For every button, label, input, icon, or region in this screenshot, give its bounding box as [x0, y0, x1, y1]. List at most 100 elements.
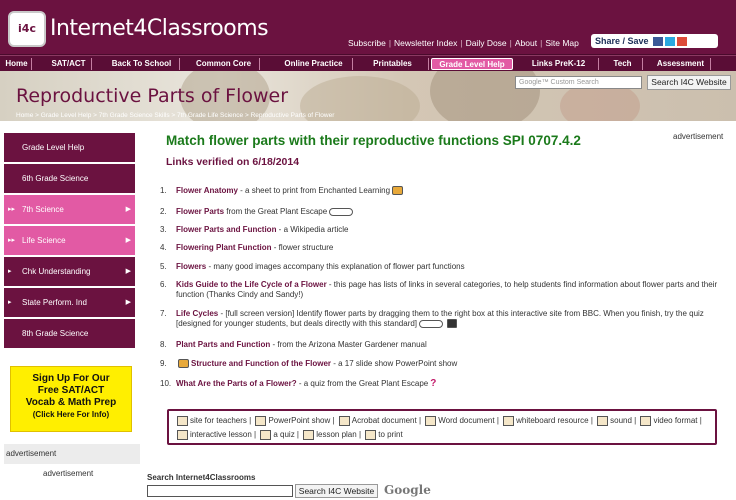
breadcrumb-item[interactable]: Home — [16, 112, 33, 119]
top-link[interactable]: Newsletter Index — [394, 38, 457, 48]
whiteboard-icon — [503, 415, 515, 426]
legend-separator: | — [294, 430, 302, 439]
legend-label: video format — [653, 416, 698, 425]
resource-link[interactable]: Flowering Plant Function — [176, 243, 272, 252]
sidebar-item-chk-understanding[interactable]: ▸ Chk Understanding ▶ — [4, 257, 135, 288]
breadcrumb: Home > Grade Level Help > 7th Grade Scie… — [16, 112, 334, 119]
resource-link[interactable]: Kids Guide to the Life Cycle of a Flower — [176, 280, 327, 289]
site-header: i4c Internet4Classrooms Subscribe | Newsle… — [0, 0, 736, 55]
resource-link[interactable]: Structure and Function of the Flower — [191, 359, 331, 368]
sidebar-item-label: 7th Science — [22, 205, 64, 214]
nav-item-assessment[interactable]: Assessment — [651, 58, 711, 70]
quiz-icon — [260, 429, 272, 440]
nav-item-printables[interactable]: Printables — [357, 58, 429, 70]
breadcrumb-separator: > — [33, 112, 41, 119]
share-save-button[interactable]: Share / Save — [591, 34, 718, 48]
bottom-search-input[interactable] — [147, 485, 293, 497]
quiz-icon[interactable]: ? — [430, 379, 436, 389]
search-button[interactable]: Search I4C Website — [647, 75, 731, 90]
legend-label: to print — [378, 430, 403, 439]
resource-link[interactable]: Flowers — [176, 262, 206, 271]
breadcrumb-item[interactable]: 7th Grade Life Science — [177, 112, 243, 119]
icon-legend: site for teachers | PowerPoint show | Ac… — [167, 409, 717, 445]
interactive-lesson-icon[interactable] — [329, 207, 354, 216]
resource-link[interactable]: Flower Anatomy — [176, 186, 238, 195]
legend-separator: | — [251, 430, 259, 439]
resource-link[interactable]: Flower Parts — [176, 207, 224, 216]
breadcrumb-separator: > — [91, 112, 99, 119]
item-number: 4. — [160, 243, 167, 252]
lesson-plan-icon — [303, 429, 315, 440]
nav-item-links-prek-12[interactable]: Links PreK-12 — [519, 58, 599, 70]
item-number: 6. — [160, 280, 167, 289]
search-input[interactable]: Google™ Custom Search — [515, 76, 642, 89]
nav-item-grade-level-help[interactable]: Grade Level Help — [431, 58, 513, 70]
sidebar-item-7th-science[interactable]: ▸▸ 7th Science ▶ — [4, 195, 135, 226]
item-number: 3. — [160, 225, 167, 234]
legend-label: a quiz — [273, 430, 295, 439]
sound-icon[interactable] — [447, 319, 458, 329]
resource-link[interactable]: Plant Parts and Function — [176, 340, 270, 349]
page-title: Reproductive Parts of Flower — [16, 85, 289, 107]
top-link[interactable]: Subscribe — [348, 38, 386, 48]
promo-line: (Click Here For Info) — [32, 410, 110, 419]
interactive-lesson-icon[interactable] — [419, 319, 444, 328]
breadcrumb-item[interactable]: Grade Level Help — [41, 112, 92, 119]
resource-link[interactable]: Flower Parts and Function — [176, 225, 276, 234]
promo-line: Vocab & Math Prep — [25, 397, 117, 408]
sidebar-item-label: 6th Grade Science — [22, 174, 89, 183]
item-number: 10. — [160, 379, 172, 388]
printer-icon[interactable] — [392, 186, 404, 196]
sidebar-item-life-science[interactable]: ▸▸ Life Science ▶ — [4, 226, 135, 257]
sidebar-item-lead-arrow-icon: ▸▸ — [8, 206, 16, 213]
main-title: Match flower parts with their reproducti… — [166, 133, 581, 148]
nav-item-online-practice[interactable]: Online Practice — [275, 58, 353, 70]
twitter-icon[interactable] — [665, 37, 676, 47]
link-separator: | — [460, 38, 463, 48]
chevron-right-icon: ▶ — [125, 206, 131, 213]
nav-item-sat-act[interactable]: SAT/ACT — [46, 58, 92, 70]
item-number: 5. — [160, 262, 167, 271]
main-nav: Home SAT/ACT Back To School Common Core Onli… — [0, 55, 736, 71]
breadcrumb-item[interactable]: 7th Grade Science Skills — [99, 112, 170, 119]
legend-label: Acrobat document — [351, 416, 417, 425]
resource-link[interactable]: Life Cycles — [176, 309, 218, 318]
list-item: 1. Flower Anatomy - a sheet to print from… — [160, 186, 735, 196]
list-item: 10. What Are the Parts of a Flower? - a q… — [160, 379, 735, 389]
nav-item-common-core[interactable]: Common Core — [188, 58, 260, 70]
sidebar-item-6th-grade-science[interactable]: 6th Grade Science — [4, 164, 135, 195]
facebook-icon[interactable] — [653, 37, 664, 47]
sidebar-item-state-perform-ind[interactable]: ▸ State Perform. Ind ▶ — [4, 288, 135, 319]
list-item: 6. Kids Guide to the Life Cycle of a Flow… — [160, 280, 735, 300]
powerpoint-icon — [255, 415, 267, 426]
item-description: - a 17 slide show PowerPoint show — [331, 359, 458, 368]
chevron-right-icon: ▶ — [125, 268, 131, 275]
sidebar-advertisement-label-2: advertisement — [43, 469, 94, 478]
item-description: - many good images accompany this explan… — [206, 262, 465, 271]
google-logo: Google — [384, 483, 431, 497]
apple-icon — [177, 415, 188, 426]
resource-link[interactable]: What Are the Parts of a Flower? — [176, 379, 297, 388]
powerpoint-icon — [178, 359, 189, 369]
list-item: 8. Plant Parts and Function - from the Ar… — [160, 340, 735, 350]
top-link[interactable]: About — [515, 38, 537, 48]
nav-item-back-to-school[interactable]: Back To School — [104, 58, 180, 70]
google-plus-icon[interactable] — [677, 37, 688, 47]
interactive-lesson-icon — [177, 429, 188, 440]
sidebar-item-8th-grade-science[interactable]: 8th Grade Science — [4, 319, 135, 350]
nav-item-tech[interactable]: Tech — [603, 58, 643, 70]
nav-item-home[interactable]: Home — [2, 58, 32, 70]
promo-banner[interactable]: Sign Up For Our Free SAT/ACT Vocab & Mat… — [10, 366, 132, 432]
main-advertisement-label: advertisement — [673, 132, 724, 141]
item-number: 7. — [160, 309, 167, 318]
site-logo[interactable]: i4c — [8, 11, 46, 47]
top-link[interactable]: Daily Dose — [466, 38, 507, 48]
top-link[interactable]: Site Map — [545, 38, 579, 48]
site-brand[interactable]: Internet4Classrooms — [50, 16, 269, 41]
item-number: 1. — [160, 186, 167, 195]
bottom-search-button[interactable]: Search I4C Website — [295, 484, 378, 498]
legend-separator: | — [494, 416, 502, 425]
chevron-right-icon: ▶ — [125, 237, 131, 244]
sidebar-item-grade-level-help[interactable]: Grade Level Help — [4, 133, 135, 164]
item-description: - from the Arizona Master Gardener manua… — [270, 340, 427, 349]
